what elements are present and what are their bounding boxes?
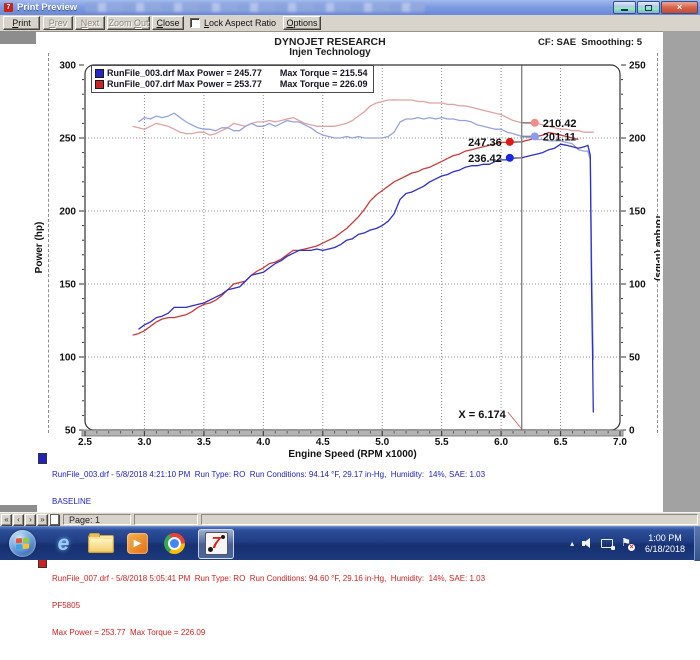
window-title: Print Preview [17, 2, 77, 13]
taskbar-item-file-explorer[interactable] [82, 527, 119, 561]
close-button[interactable]: × [661, 1, 698, 14]
svg-text:X = 6.174: X = 6.174 [458, 409, 506, 421]
system-tray: ▴ ⚑× 1:00 PM 6/18/2018 [570, 527, 700, 560]
svg-text:150: 150 [59, 280, 76, 291]
taskbar-clock[interactable]: 1:00 PM 6/18/2018 [641, 533, 689, 554]
svg-text:6.0: 6.0 [494, 437, 508, 448]
network-icon[interactable] [601, 539, 613, 548]
run2-conditions: RunFile_007.drf - 5/8/2018 5:05:41 PM Ru… [52, 574, 485, 583]
media-player-icon: ▶ [127, 533, 148, 554]
show-hidden-icons-button[interactable]: ▴ [570, 539, 574, 548]
taskbar-item-media-player[interactable]: ▶ [119, 527, 156, 561]
maximize-button[interactable] [637, 1, 660, 14]
dyno-chart-svg[interactable]: 210.42201.11 247.36 236.42 X = 6.174 2.5 3.0 3… [30, 55, 660, 465]
taskbar-item-chrome[interactable] [156, 527, 193, 561]
svg-text:5.5: 5.5 [435, 437, 449, 448]
close-icon: × [677, 2, 682, 13]
windows-logo-icon [16, 538, 29, 550]
chart-legend: RunFile_003.drf Max Power = 245.77 Max T… [91, 65, 374, 93]
next-page-button[interactable]: › [25, 514, 36, 526]
svg-text:0: 0 [629, 426, 635, 437]
run2-label: PF5805 [52, 601, 485, 610]
page-icon [50, 514, 59, 525]
svg-text:250: 250 [59, 134, 76, 145]
svg-text:100: 100 [629, 280, 646, 291]
svg-text:5.0: 5.0 [375, 437, 389, 448]
winpep-icon: 7 [205, 532, 228, 555]
lock-aspect-ratio-checkbox[interactable] [190, 18, 200, 28]
svg-text:4.0: 4.0 [256, 437, 270, 448]
preview-statusbar: « ‹ › » Page: 1 [0, 512, 700, 526]
svg-text:Torque (ft-lbs): Torque (ft-lbs) [653, 214, 660, 281]
lock-aspect-ratio-label: Lock Aspect Ratio [204, 18, 276, 28]
first-page-button[interactable]: « [1, 514, 12, 526]
svg-text:250: 250 [629, 61, 646, 72]
volume-icon[interactable] [582, 538, 594, 549]
run1-label: BASELINE [52, 497, 485, 506]
run-info-intake: RunFile_007.drf - 5/8/2018 5:05:41 PM Ru… [38, 556, 485, 655]
svg-text:3.5: 3.5 [197, 437, 211, 448]
svg-text:4.5: 4.5 [316, 437, 330, 448]
page-setup-button[interactable] [49, 514, 60, 526]
clock-date: 6/18/2018 [641, 544, 689, 555]
legend-swatch-blue [95, 69, 104, 78]
options-button[interactable]: Options [283, 16, 321, 30]
taskbar-item-internet-explorer[interactable]: e [45, 527, 82, 561]
run-swatch-blue [38, 453, 47, 464]
status-panel-3 [201, 514, 698, 525]
svg-text:210.42: 210.42 [543, 118, 577, 130]
app-icon: 7 [4, 3, 13, 12]
svg-text:201.11: 201.11 [543, 131, 576, 143]
start-button[interactable] [9, 530, 36, 557]
last-page-button[interactable]: » [37, 514, 48, 526]
maximize-icon [645, 5, 652, 11]
folder-icon [88, 535, 114, 553]
svg-text:247.36: 247.36 [468, 137, 502, 149]
page-outside-area [663, 31, 700, 512]
show-desktop-button[interactable] [694, 527, 700, 561]
svg-text:50: 50 [629, 353, 641, 364]
clock-time: 1:00 PM [641, 533, 689, 544]
prev-button[interactable]: Prev [43, 16, 73, 30]
svg-text:200: 200 [629, 134, 646, 145]
svg-text:300: 300 [59, 61, 76, 72]
chrome-icon [164, 533, 185, 554]
page-number-panel: Page: 1 [63, 514, 131, 525]
svg-text:3.0: 3.0 [137, 437, 151, 448]
taskbar-item-winpep-active[interactable]: 7 [198, 529, 234, 559]
run1-conditions: RunFile_003.drf - 5/8/2018 4:21:10 PM Ru… [52, 470, 485, 479]
internet-explorer-icon: e [58, 533, 70, 554]
window-titlebar[interactable]: 7 Print Preview × [0, 0, 700, 15]
svg-text:Power (hp): Power (hp) [34, 222, 45, 274]
svg-text:2.5: 2.5 [78, 437, 92, 448]
minimize-icon [621, 9, 628, 11]
print-preview-toolbar: Print Prev Next Zoom Out Close Lock Aspe… [0, 15, 700, 32]
svg-text:6.5: 6.5 [554, 437, 568, 448]
zoom-out-button[interactable]: Zoom Out [107, 16, 150, 30]
print-button[interactable]: Print [3, 16, 40, 30]
redacted-title-text [85, 3, 425, 12]
action-center-flag-icon[interactable]: ⚑× [621, 538, 631, 549]
svg-text:200: 200 [59, 207, 76, 218]
dyno-chart[interactable]: 210.42201.11 247.36 236.42 X = 6.174 2.5 3.0 3… [30, 55, 660, 465]
correction-smoothing-note: CF: SAE Smoothing: 5 [538, 37, 642, 48]
windows-taskbar: e ▶ 7 ▴ ⚑× 1:00 PM 6/18/2018 [0, 526, 700, 560]
legend-swatch-red [95, 80, 104, 89]
close-preview-button[interactable]: Close [152, 16, 184, 30]
next-button[interactable]: Next [75, 16, 105, 30]
run2-max: Max Power = 253.77 Max Torque = 226.09 [52, 628, 485, 637]
prev-page-button[interactable]: ‹ [13, 514, 24, 526]
action-center-alert-badge: × [628, 544, 635, 551]
status-panel-2 [134, 514, 198, 525]
svg-text:50: 50 [65, 426, 77, 437]
minimize-button[interactable] [613, 1, 636, 14]
svg-text:7.0: 7.0 [613, 437, 627, 448]
svg-text:100: 100 [59, 353, 76, 364]
legend-row-intake: RunFile_007.drf Max Power = 253.77 Max T… [95, 79, 367, 90]
horizontal-scroll-thumb[interactable] [0, 505, 37, 512]
svg-text:150: 150 [629, 207, 646, 218]
legend-row-baseline: RunFile_003.drf Max Power = 245.77 Max T… [95, 68, 367, 79]
svg-text:236.42: 236.42 [468, 153, 502, 165]
